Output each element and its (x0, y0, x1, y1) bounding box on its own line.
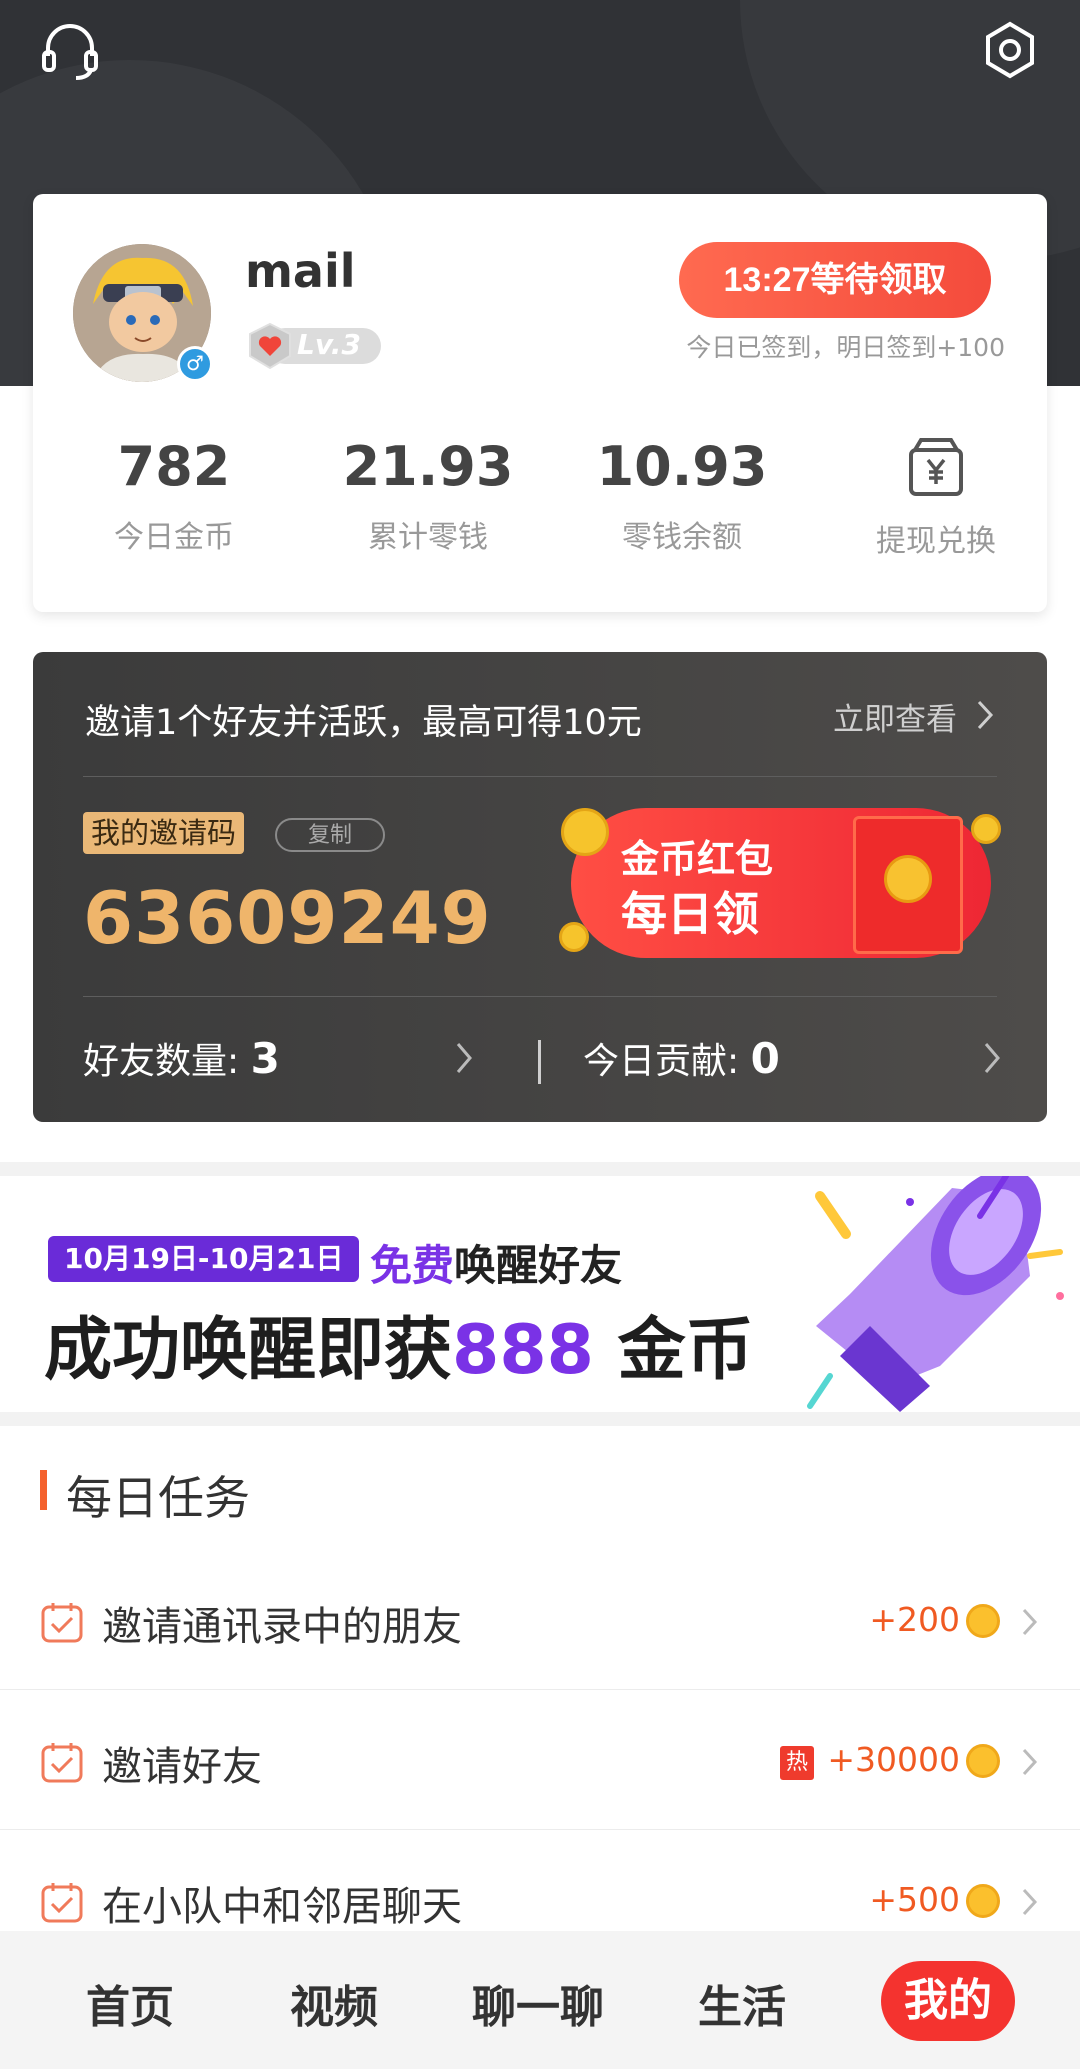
wake-friends-banner[interactable]: 10月19日-10月21日 免费唤醒好友 成功唤醒即获888 金币 (0, 1176, 1080, 1412)
wallet-yen-icon (909, 438, 963, 496)
profile-card: ♂ mail Lv.3 13:27等待领取 今日已签到，明日签到+100 782… (33, 194, 1047, 612)
section-gap (0, 1412, 1080, 1426)
chevron-right-icon (1022, 1748, 1038, 1776)
contribution-value: 0 (750, 1034, 780, 1083)
heading-accent-bar (40, 1470, 47, 1510)
friends-value: 3 (250, 1034, 280, 1083)
nav-home[interactable]: 首页 (50, 1971, 210, 2035)
contribution-label: 今日贡献: (583, 1041, 740, 1082)
banner-headline: 成功唤醒即获888 金币 (44, 1311, 754, 1390)
invite-card: 邀请1个好友并活跃，最高可得10元 立即查看 我的邀请码 复制 63609249… (33, 652, 1047, 1122)
coin-icon (971, 814, 1001, 844)
stat-label: 零钱余额 (622, 520, 742, 555)
stat-today-coins[interactable]: 782 今日金币 (47, 432, 301, 556)
stat-label: 今日金币 (114, 520, 234, 555)
red-envelope-icon (853, 816, 963, 954)
divider (538, 1040, 541, 1084)
task-label: 邀请好友 (102, 1744, 262, 1790)
task-check-icon (41, 1743, 83, 1783)
stat-cash-balance[interactable]: 10.93 零钱余额 (555, 432, 809, 556)
stat-value: 10.93 (596, 435, 768, 498)
chevron-right-icon (984, 1043, 1000, 1073)
task-row-invite-contacts[interactable]: 邀请通讯录中的朋友 +200 (0, 1550, 1080, 1690)
hot-badge: 热 (780, 1746, 814, 1780)
today-contribution-link[interactable]: 今日贡献: 0 (583, 1032, 780, 1084)
nav-video[interactable]: 视频 (254, 1971, 414, 2035)
stat-value: 21.93 (342, 435, 514, 498)
task-check-icon (41, 1883, 83, 1923)
friends-label: 好友数量: (83, 1041, 240, 1082)
task-check-icon (41, 1603, 83, 1643)
coin-icon (966, 1604, 1000, 1638)
nav-me[interactable]: 我的 (881, 1961, 1015, 2041)
headset-icon[interactable] (38, 18, 102, 82)
male-gender-icon: ♂ (177, 346, 213, 382)
task-label: 在小队中和邻居聊天 (102, 1884, 462, 1930)
signin-note: 今日已签到，明日签到+100 (686, 333, 1005, 362)
chevron-right-icon (456, 1043, 472, 1073)
chevron-right-icon (977, 700, 994, 730)
stat-label: 累计零钱 (368, 520, 488, 555)
settings-icon[interactable] (978, 18, 1042, 82)
nav-chat[interactable]: 聊一聊 (458, 1971, 618, 2035)
level-text: Lv.3 (297, 328, 361, 361)
red-packet-line1: 金币红包 (621, 837, 774, 881)
stat-total-cash[interactable]: 21.93 累计零钱 (301, 432, 555, 556)
daily-red-packet-button[interactable]: 金币红包 每日领 (559, 802, 1001, 972)
invite-code-label: 我的邀请码 (83, 812, 245, 854)
chevron-right-icon (1022, 1888, 1038, 1916)
banner-subtitle: 免费唤醒好友 (370, 1241, 623, 1290)
coin-icon (966, 1744, 1000, 1778)
megaphone-icon (807, 1176, 1064, 1412)
coin-icon (559, 922, 589, 952)
divider (83, 996, 997, 997)
task-reward: +30000 (827, 1740, 960, 1779)
red-packet-line2: 每日领 (621, 887, 759, 941)
withdraw-button[interactable]: 提现兑换 (809, 432, 1063, 560)
coin-icon (966, 1884, 1000, 1918)
nav-life[interactable]: 生活 (662, 1971, 822, 2035)
stat-value: 782 (117, 435, 231, 498)
task-row-invite-friends[interactable]: 邀请好友 热 +30000 (0, 1690, 1080, 1830)
coin-icon (561, 808, 609, 856)
level-badge: Lv.3 (247, 322, 383, 370)
withdraw-label: 提现兑换 (876, 524, 996, 559)
chevron-right-icon (1022, 1608, 1038, 1636)
friends-count-link[interactable]: 好友数量: 3 (83, 1032, 280, 1084)
claim-countdown-button[interactable]: 13:27等待领取 (679, 242, 991, 318)
copy-button[interactable]: 复制 (275, 818, 385, 852)
bottom-navigation: 首页 视频 聊一聊 生活 我的 (0, 1931, 1080, 2069)
view-now-link[interactable]: 立即查看 (833, 694, 957, 739)
task-reward: +200 (869, 1600, 960, 1639)
heart-shield-icon (249, 322, 291, 370)
section-gap (0, 1162, 1080, 1176)
invite-title: 邀请1个好友并活跃，最高可得10元 (85, 703, 642, 743)
divider (83, 776, 997, 777)
task-label: 邀请通讯录中的朋友 (102, 1604, 462, 1650)
banner-date-range: 10月19日-10月21日 (48, 1236, 360, 1282)
section-title: 每日任务 (66, 1471, 250, 1525)
task-reward: +500 (869, 1880, 960, 1919)
invite-code: 63609249 (83, 876, 492, 960)
username: mail (245, 244, 356, 298)
